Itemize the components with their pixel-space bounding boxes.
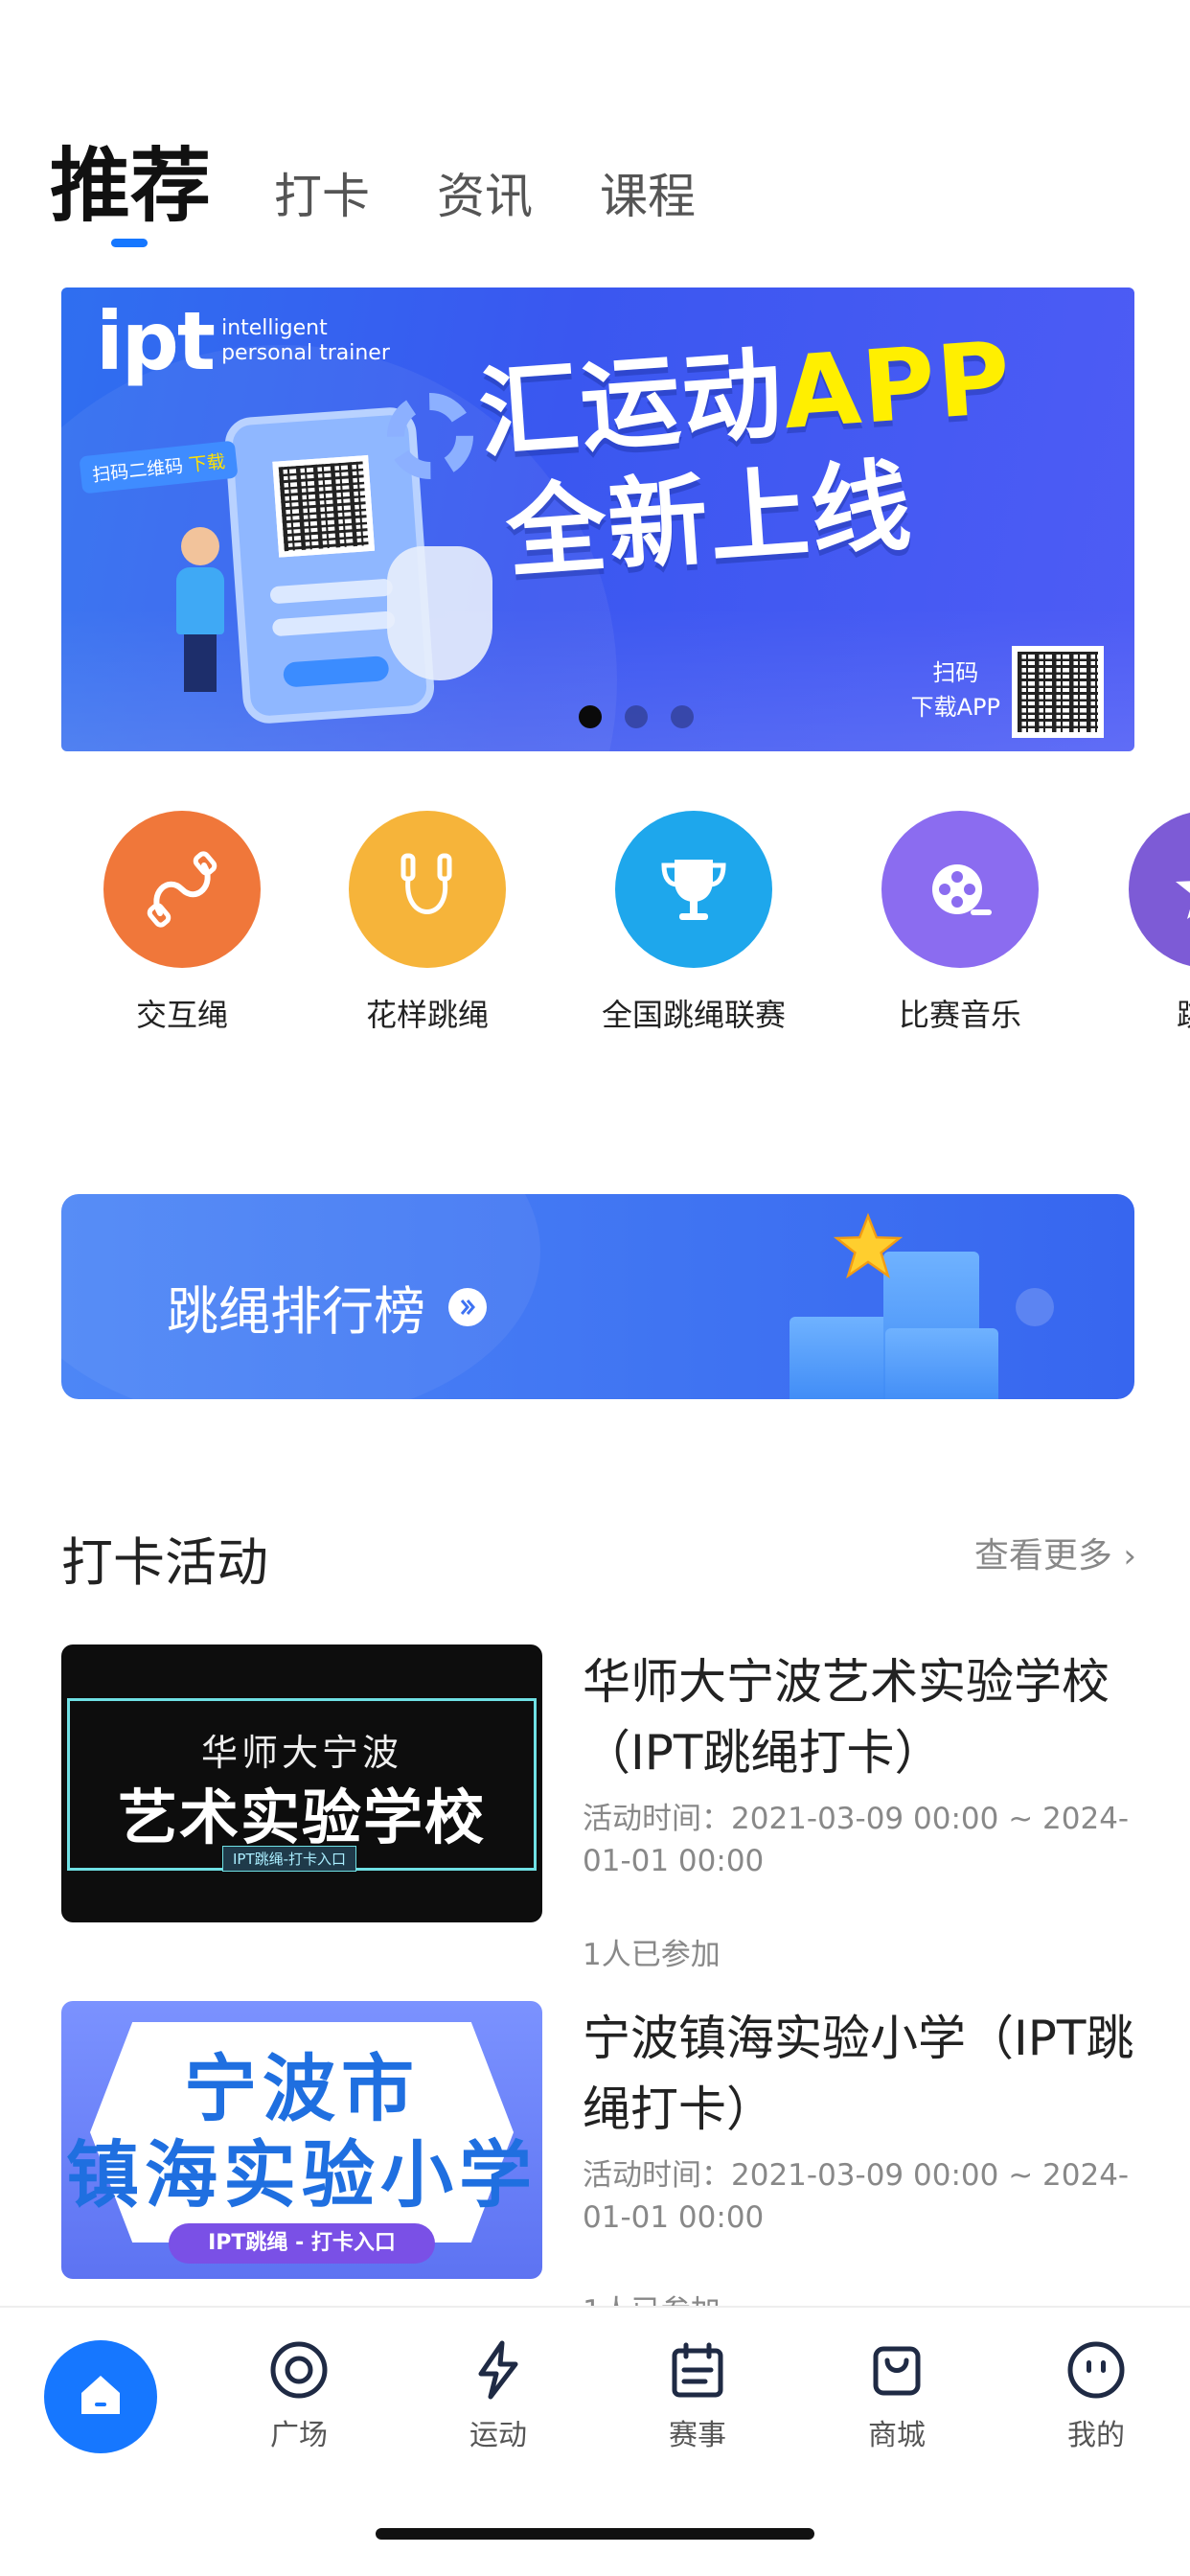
category-interactive-rope[interactable]: 交互绳 (57, 811, 307, 1035)
tab-recommend[interactable]: 推荐 (50, 146, 211, 247)
thumb-badge: IPT跳绳-打卡入口 (222, 1846, 357, 1872)
tab-checkin[interactable]: 打卡 (274, 172, 370, 247)
download-text-line2: 下载APP (910, 694, 1000, 721)
nav-mall[interactable]: 商城 (830, 2336, 964, 2453)
shopping-bag-icon (863, 2336, 930, 2404)
carousel-dots (579, 705, 694, 728)
thumb-line2: 镇海实验小学 (66, 2132, 538, 2218)
tab-courses-label: 课程 (600, 169, 697, 224)
tab-recommend-label: 推荐 (50, 139, 212, 233)
lightning-icon (465, 2336, 532, 2404)
nav-label: 运动 (469, 2419, 527, 2452)
view-more-link[interactable]: 查看更多 › (974, 1528, 1136, 1577)
nav-label: 广场 (270, 2419, 328, 2452)
scan-tag-highlight: 下载 (187, 450, 227, 476)
ipt-logo-text: intelligent personal trainer (221, 316, 390, 366)
nav-home[interactable] (44, 2340, 157, 2453)
activity-time: 活动时间：2021-03-09 00:00 ~ 2024-01-01 00:00 (583, 2158, 1130, 2235)
nav-mine[interactable]: 我的 (1029, 2336, 1163, 2453)
phone-button-illustration (282, 655, 390, 688)
scan-tag-text: 扫码二维码 (91, 455, 185, 487)
promo-banner[interactable]: ipt intelligent personal trainer 扫码二维码 下… (61, 288, 1134, 751)
section-title: 打卡活动 (61, 1532, 268, 1593)
tab-checkin-label: 打卡 (274, 169, 371, 224)
thumb-line1: 华师大宁波 (200, 1732, 402, 1774)
category-national-league[interactable]: 全国跳绳联赛 (569, 811, 818, 1035)
view-more-label: 查看更多 (973, 1536, 1112, 1576)
star-icon (833, 1211, 904, 1284)
ipt-logo-line2: personal trainer (221, 341, 390, 365)
calendar-icon (664, 2336, 731, 2404)
category-match-music[interactable]: 比赛音乐 (835, 811, 1085, 1035)
thumb-badge: IPT跳绳 - 打卡入口 (169, 2223, 435, 2264)
trophy-icon (615, 811, 772, 968)
chevron-right-icon: › (1123, 1537, 1136, 1576)
star-icon (1129, 811, 1190, 968)
film-reel-icon (881, 811, 1039, 968)
carousel-dot[interactable] (625, 705, 648, 728)
activity-card[interactable]: 华师大宁波 艺术实验学校 IPT跳绳-打卡入口 华师大宁波艺术实验学校（IPT跳… (61, 1644, 1134, 1972)
nav-label: 商城 (868, 2419, 926, 2452)
category-row: 交互绳 花样跳绳 全国跳绳联赛 比赛音乐 跳绳 (0, 811, 1190, 1041)
tab-news-label: 资讯 (437, 169, 534, 224)
category-label: 比赛音乐 (898, 997, 1021, 1033)
download-text: 扫码 下载APP (911, 656, 1000, 724)
activity-participants: 1人已参加 (583, 1938, 721, 1972)
category-label: 交互绳 (135, 997, 228, 1033)
category-label: 花样跳绳 (365, 997, 489, 1033)
carousel-dot[interactable] (579, 705, 602, 728)
ipt-logo-line1: intelligent (221, 316, 328, 340)
category-jump-rope-more[interactable]: 跳绳 (1083, 811, 1190, 1035)
activity-title: 宁波镇海实验小学（IPT跳绳打卡） (583, 2011, 1134, 2137)
nav-events[interactable]: 赛事 (630, 2336, 765, 2453)
download-qr-code (1012, 646, 1104, 738)
person-illustration (176, 527, 224, 692)
tab-news[interactable]: 资讯 (437, 172, 533, 247)
shield-icon (387, 546, 492, 680)
nav-label: 赛事 (669, 2419, 726, 2452)
gear-icon (387, 393, 473, 479)
banner-title-part1: 汇运动 (475, 334, 788, 473)
chevron-right-icon (448, 1287, 487, 1326)
top-tab-bar: 推荐 打卡 资讯 课程 (50, 123, 763, 247)
ranking-label: 跳绳排行榜 (167, 1281, 425, 1342)
jump-rope-icon (349, 811, 506, 968)
target-icon (265, 2336, 332, 2404)
banner-title: 汇运动APP 全新上线 (475, 317, 1024, 595)
phone-field-illustration (269, 578, 394, 605)
category-label: 跳绳 (1083, 991, 1190, 1035)
home-icon (74, 2368, 127, 2426)
active-tab-indicator (111, 239, 148, 247)
activity-thumbnail: 宁波市 镇海实验小学 IPT跳绳 - 打卡入口 (61, 2001, 542, 2279)
thumb-line2: 艺术实验学校 (117, 1782, 486, 1852)
nav-label: 我的 (1067, 2419, 1125, 2452)
nav-sport[interactable]: 运动 (431, 2336, 565, 2453)
activity-card[interactable]: 宁波市 镇海实验小学 IPT跳绳 - 打卡入口 宁波镇海实验小学（IPT跳绳打卡… (61, 2001, 1134, 2329)
category-fancy-rope[interactable]: 花样跳绳 (303, 811, 552, 1035)
banner-title-highlight: APP (779, 318, 1017, 452)
nav-plaza[interactable]: 广场 (232, 2336, 366, 2453)
phone-qr-icon (272, 454, 376, 558)
activity-thumbnail: 华师大宁波 艺术实验学校 IPT跳绳-打卡入口 (61, 1644, 542, 1922)
category-label: 全国跳绳联赛 (601, 997, 786, 1033)
download-text-line1: 扫码 (932, 659, 979, 686)
ipt-logo-mark: ipt (96, 294, 216, 388)
activity-title: 华师大宁波艺术实验学校（IPT跳绳打卡） (583, 1654, 1110, 1781)
tab-courses[interactable]: 课程 (600, 172, 696, 247)
ipt-logo: ipt intelligent personal trainer (96, 301, 390, 381)
face-icon (1063, 2336, 1130, 2404)
ranking-banner[interactable]: 跳绳排行榜 (61, 1194, 1134, 1399)
home-indicator (376, 2528, 814, 2540)
carousel-dot[interactable] (671, 705, 694, 728)
podium-block (885, 1328, 998, 1399)
ranking-title: 跳绳排行榜 (167, 1269, 487, 1345)
phone-field-illustration (271, 610, 396, 637)
bottom-nav: 广场 运动 赛事 商城 我的 (0, 2306, 1190, 2576)
rope-icon (103, 811, 261, 968)
activity-time: 活动时间：2021-03-09 00:00 ~ 2024-01-01 00:00 (583, 1802, 1130, 1878)
